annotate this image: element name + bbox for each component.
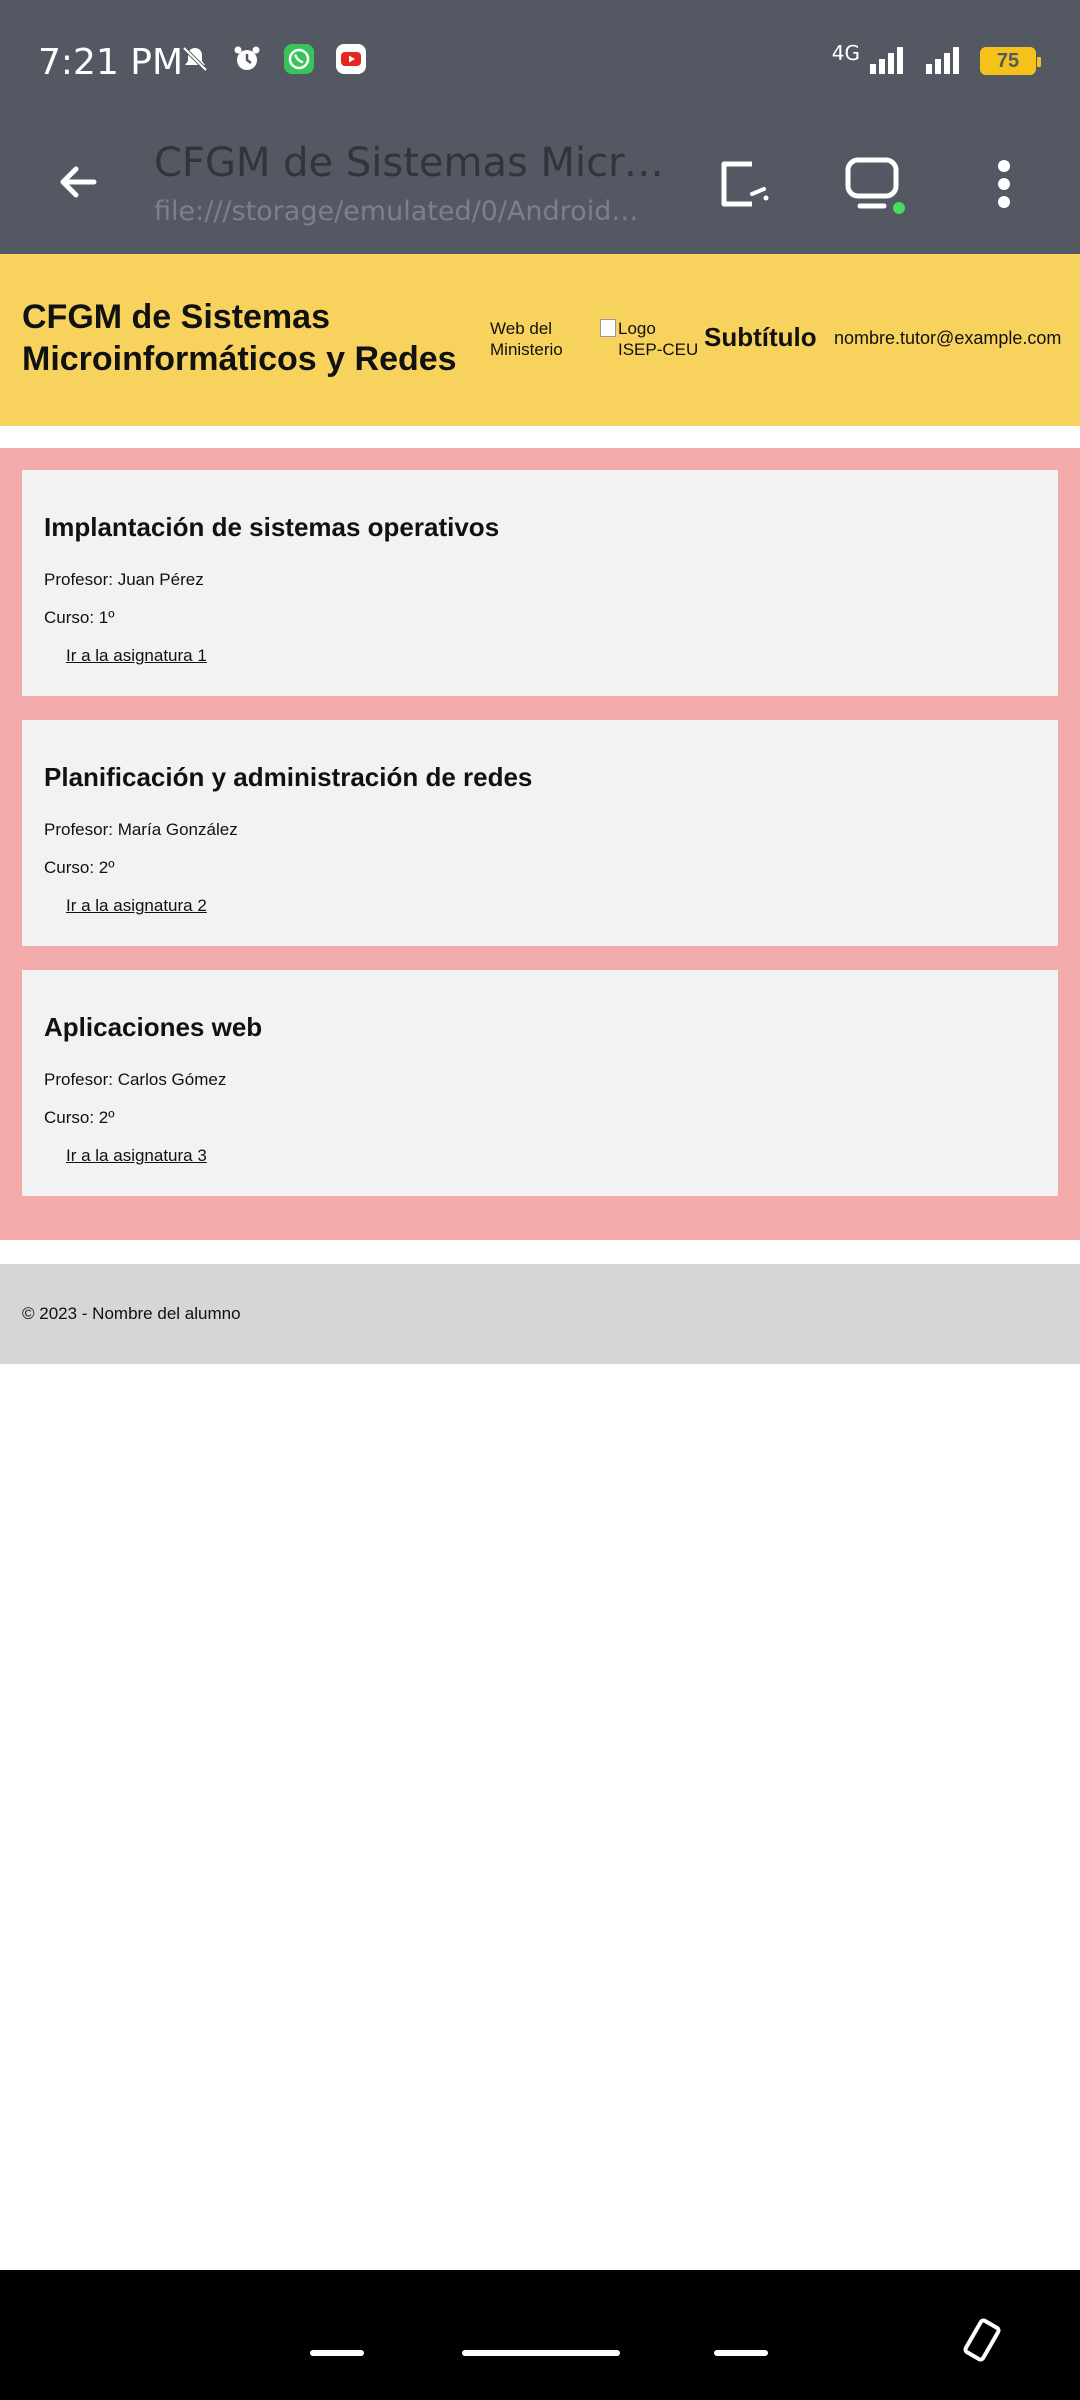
page-title: CFGM de Sistemas Microinformáticos y Red… <box>154 140 674 186</box>
footer-text: © 2023 - Nombre del alumno <box>22 1304 241 1323</box>
broken-image-icon <box>600 319 616 337</box>
subject-teacher: Profesor: María González <box>44 820 238 839</box>
battery-icon: 75 <box>980 47 1041 75</box>
signal-icon <box>922 44 966 78</box>
subject-course: Curso: 1º <box>44 608 115 627</box>
url-text[interactable]: file:///storage/emulated/0/Android/data/ <box>154 196 644 227</box>
logo-alt-text: Logo ISEP-CEU <box>618 319 699 359</box>
status-bar: 7:21 PM 4G 75 <box>0 0 1080 126</box>
whatsapp-icon <box>282 42 316 76</box>
more-vert-icon[interactable] <box>972 152 1036 216</box>
subject-link[interactable]: Ir a la asignatura 3 <box>66 1146 207 1166</box>
subject-title: Implantación de sistemas operativos <box>44 512 500 542</box>
share-icon[interactable] <box>712 152 776 216</box>
subjects-section: Implantación de sistemas operativos Prof… <box>0 448 1080 1240</box>
subject-teacher: Profesor: Carlos Gómez <box>44 1070 227 1089</box>
site-footer: © 2023 - Nombre del alumno <box>0 1264 1080 1364</box>
site-title: CFGM de Sistemas Microinformáticos y Red… <box>22 298 457 378</box>
home-button[interactable] <box>462 2350 620 2356</box>
back-arrow-icon[interactable] <box>48 152 108 212</box>
subject-title: Planificación y administración de redes <box>44 762 533 792</box>
system-navigation-bar <box>0 2270 1080 2400</box>
subject-course: Curso: 2º <box>44 858 115 877</box>
rotate-icon[interactable] <box>956 2314 1008 2366</box>
network-type: 4G <box>831 41 860 65</box>
subject-card: Aplicaciones web Profesor: Carlos Gómez … <box>22 970 1058 1196</box>
system-status: 4G 75 <box>831 41 1041 78</box>
subject-link[interactable]: Ir a la asignatura 2 <box>66 896 207 916</box>
menu-button[interactable] <box>310 2350 364 2356</box>
youtube-icon <box>334 42 368 76</box>
browser-toolbar: CFGM de Sistemas Microinformáticos y Red… <box>0 126 1080 254</box>
notification-icons <box>178 42 368 76</box>
subject-title: Aplicaciones web <box>44 1012 263 1042</box>
subtitle: Subtítulo <box>704 322 817 352</box>
battery-level: 75 <box>996 49 1020 72</box>
back-button[interactable] <box>714 2350 768 2356</box>
desktop-icon[interactable] <box>842 152 906 216</box>
ministerio-link[interactable]: Web del Ministerio <box>490 318 580 360</box>
status-time: 7:21 PM <box>38 42 184 83</box>
subject-course: Curso: 2º <box>44 1108 115 1127</box>
tutor-email[interactable]: nombre.tutor@example.com <box>834 328 1061 349</box>
subject-card: Implantación de sistemas operativos Prof… <box>22 470 1058 696</box>
signal-icon <box>868 44 908 78</box>
site-header: CFGM de Sistemas Microinformáticos y Red… <box>0 254 1080 426</box>
subject-card: Planificación y administración de redes … <box>22 720 1058 946</box>
subject-teacher: Profesor: Juan Pérez <box>44 570 204 589</box>
mute-icon <box>178 42 212 76</box>
logo-image: Logo ISEP-CEU <box>600 318 704 360</box>
alarm-icon <box>230 42 264 76</box>
subject-link[interactable]: Ir a la asignatura 1 <box>66 646 207 666</box>
